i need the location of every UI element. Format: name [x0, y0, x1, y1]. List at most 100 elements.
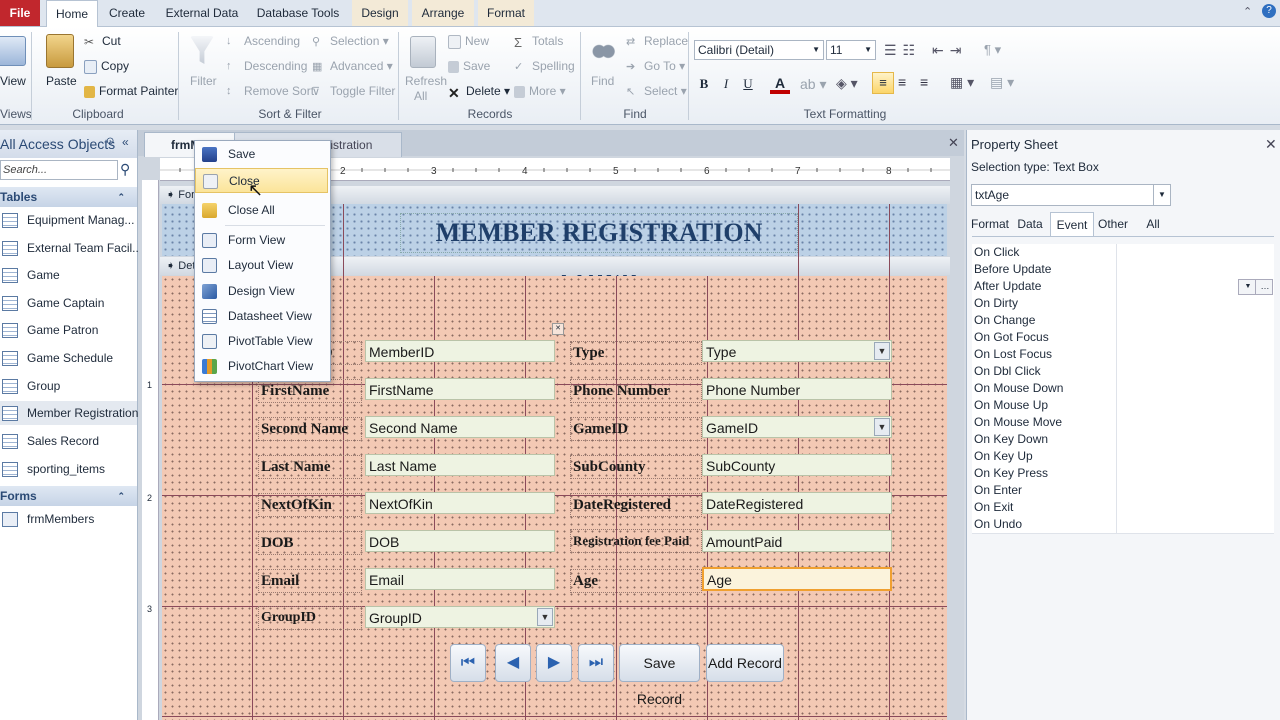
- prop-tab-all[interactable]: All: [1136, 212, 1170, 236]
- italic-button[interactable]: I: [716, 74, 736, 94]
- prop-tab-data[interactable]: Data: [1012, 212, 1048, 236]
- last-name-label[interactable]: Last Name: [258, 455, 362, 479]
- gridlines-icon[interactable]: ▦ ▾: [950, 74, 974, 91]
- property-row[interactable]: On Lost Focus: [972, 346, 1274, 364]
- fill-color-icon[interactable]: ◈ ▾: [836, 75, 858, 92]
- age-label[interactable]: Age: [570, 569, 702, 593]
- property-value[interactable]: [1116, 380, 1274, 397]
- property-row[interactable]: On Undo: [972, 516, 1274, 534]
- save-record-ribbon-button[interactable]: Save: [448, 59, 490, 73]
- menu-item-save[interactable]: Save: [195, 142, 328, 167]
- goto-button[interactable]: ➔ Go To ▾: [626, 59, 685, 74]
- nextofkin-field[interactable]: NextOfKin: [365, 492, 555, 514]
- remove-sort-button[interactable]: ↕ Remove Sort: [226, 84, 314, 99]
- property-value[interactable]: [1116, 244, 1274, 261]
- copy-button[interactable]: Copy: [84, 59, 129, 74]
- nav-table-item[interactable]: External Team Facil...: [0, 236, 142, 260]
- property-value[interactable]: [1116, 295, 1274, 312]
- more-button[interactable]: More ▾: [514, 84, 566, 98]
- menu-item-close-all[interactable]: Close All: [195, 198, 328, 223]
- tab-create[interactable]: Create: [100, 0, 154, 26]
- close-property-sheet-icon[interactable]: ✕: [1265, 136, 1277, 153]
- search-icon[interactable]: ⚲: [120, 161, 130, 178]
- underline-button[interactable]: U: [738, 74, 758, 94]
- nav-table-item[interactable]: Game: [0, 263, 137, 287]
- format-painter-button[interactable]: Format Painter: [84, 84, 178, 98]
- nav-table-item[interactable]: Group: [0, 374, 137, 398]
- delete-button[interactable]: ✕ Delete ▾: [448, 84, 510, 101]
- subcounty-field[interactable]: SubCounty: [702, 454, 892, 476]
- selection-dropdown[interactable]: txtAge ▼: [971, 184, 1171, 206]
- prop-tab-other[interactable]: Other: [1094, 212, 1132, 236]
- view-button[interactable]: View: [0, 74, 26, 88]
- prop-tab-format[interactable]: Format: [970, 212, 1010, 236]
- property-row[interactable]: On Key Press: [972, 465, 1274, 483]
- save-record-button[interactable]: Save Record: [619, 644, 700, 707]
- property-row[interactable]: On Mouse Move: [972, 414, 1274, 432]
- property-value[interactable]: [1116, 516, 1274, 533]
- type-label[interactable]: Type: [570, 341, 702, 365]
- menu-item-form-view[interactable]: Form View: [195, 228, 328, 253]
- chevron-down-icon[interactable]: ▼: [874, 418, 890, 436]
- prop-tab-event[interactable]: Event: [1050, 212, 1094, 237]
- tab-home[interactable]: Home: [46, 0, 98, 28]
- nav-title-bar[interactable]: All Access Objects ⊙ «: [0, 130, 137, 158]
- bold-button[interactable]: B: [694, 74, 714, 94]
- property-value[interactable]: [1116, 363, 1274, 380]
- tab-format[interactable]: Format: [478, 0, 534, 26]
- close-document-icon[interactable]: ✕: [948, 135, 959, 151]
- move-handle-icon[interactable]: ✕: [552, 323, 564, 335]
- property-row[interactable]: On Enter: [972, 482, 1274, 500]
- minimize-ribbon-icon[interactable]: ⌃: [1243, 5, 1255, 18]
- nav-table-item[interactable]: Member Registration: [0, 401, 138, 425]
- property-value[interactable]: [1116, 482, 1274, 499]
- property-row[interactable]: On Change: [972, 312, 1274, 330]
- chevron-down-icon[interactable]: ▼: [1153, 185, 1170, 205]
- phone-number-label[interactable]: Phone Number: [570, 379, 702, 403]
- email-field[interactable]: Email: [365, 568, 555, 590]
- last-record-button[interactable]: ⏭: [578, 644, 614, 682]
- groupid-combo[interactable]: GroupID ▼: [365, 606, 555, 628]
- gameid-combo[interactable]: GameID ▼: [702, 416, 892, 438]
- groupid-label[interactable]: GroupID: [258, 606, 362, 630]
- paragraph-icon[interactable]: ¶ ▾: [984, 42, 1001, 58]
- highlight-icon[interactable]: ab ▾: [800, 76, 827, 93]
- property-row[interactable]: On Exit: [972, 499, 1274, 517]
- collapse-group-icon[interactable]: ⌃: [117, 187, 125, 207]
- last-name-field[interactable]: Last Name: [365, 454, 555, 476]
- firstname-field[interactable]: FirstName: [365, 378, 555, 400]
- dateregistered-field[interactable]: DateRegistered: [702, 492, 892, 514]
- new-record-button[interactable]: New: [448, 34, 489, 49]
- gameid-label[interactable]: GameID: [570, 417, 702, 441]
- paste-button[interactable]: Paste: [46, 74, 77, 88]
- property-row[interactable]: After Update ▼…: [972, 278, 1274, 296]
- tab-file[interactable]: File: [0, 0, 40, 26]
- subcounty-label[interactable]: SubCounty: [570, 455, 702, 479]
- alternate-row-color-icon[interactable]: ▤ ▾: [990, 74, 1014, 91]
- descending-button[interactable]: ↑ Descending: [226, 59, 307, 74]
- collapse-pane-icon[interactable]: «: [122, 135, 129, 149]
- property-value[interactable]: [1116, 261, 1274, 278]
- dob-label[interactable]: DOB: [258, 531, 362, 555]
- first-record-button[interactable]: ⏮: [450, 644, 486, 682]
- property-value[interactable]: [1116, 465, 1274, 482]
- second-name-field[interactable]: Second Name: [365, 416, 555, 438]
- selection-button[interactable]: ⚲ Selection ▾: [312, 34, 389, 49]
- amountpaid-field[interactable]: AmountPaid: [702, 530, 892, 552]
- property-row[interactable]: On Dbl Click: [972, 363, 1274, 381]
- find-button[interactable]: Find: [591, 74, 614, 88]
- nav-dropdown-icon[interactable]: ⊙: [106, 136, 114, 147]
- nav-form-item[interactable]: frmMembers: [0, 507, 137, 531]
- menu-item-datasheet-view[interactable]: Datasheet View: [195, 304, 328, 329]
- spelling-button[interactable]: ✓ Spelling: [514, 59, 575, 74]
- menu-item-layout-view[interactable]: Layout View: [195, 253, 328, 278]
- email-label[interactable]: Email: [258, 569, 362, 593]
- registration-fee-label[interactable]: Registration fee Paid: [570, 529, 702, 553]
- form-title[interactable]: MEMBER REGISTRATION FORM: [400, 213, 798, 285]
- property-value[interactable]: [1116, 346, 1274, 363]
- collapse-group-icon[interactable]: ⌃: [117, 486, 125, 506]
- second-name-label[interactable]: Second Name: [258, 417, 362, 441]
- font-name-dropdown[interactable]: Calibri (Detail) ▼: [694, 40, 824, 60]
- property-row[interactable]: On Mouse Down: [972, 380, 1274, 398]
- age-field[interactable]: Age: [702, 567, 892, 591]
